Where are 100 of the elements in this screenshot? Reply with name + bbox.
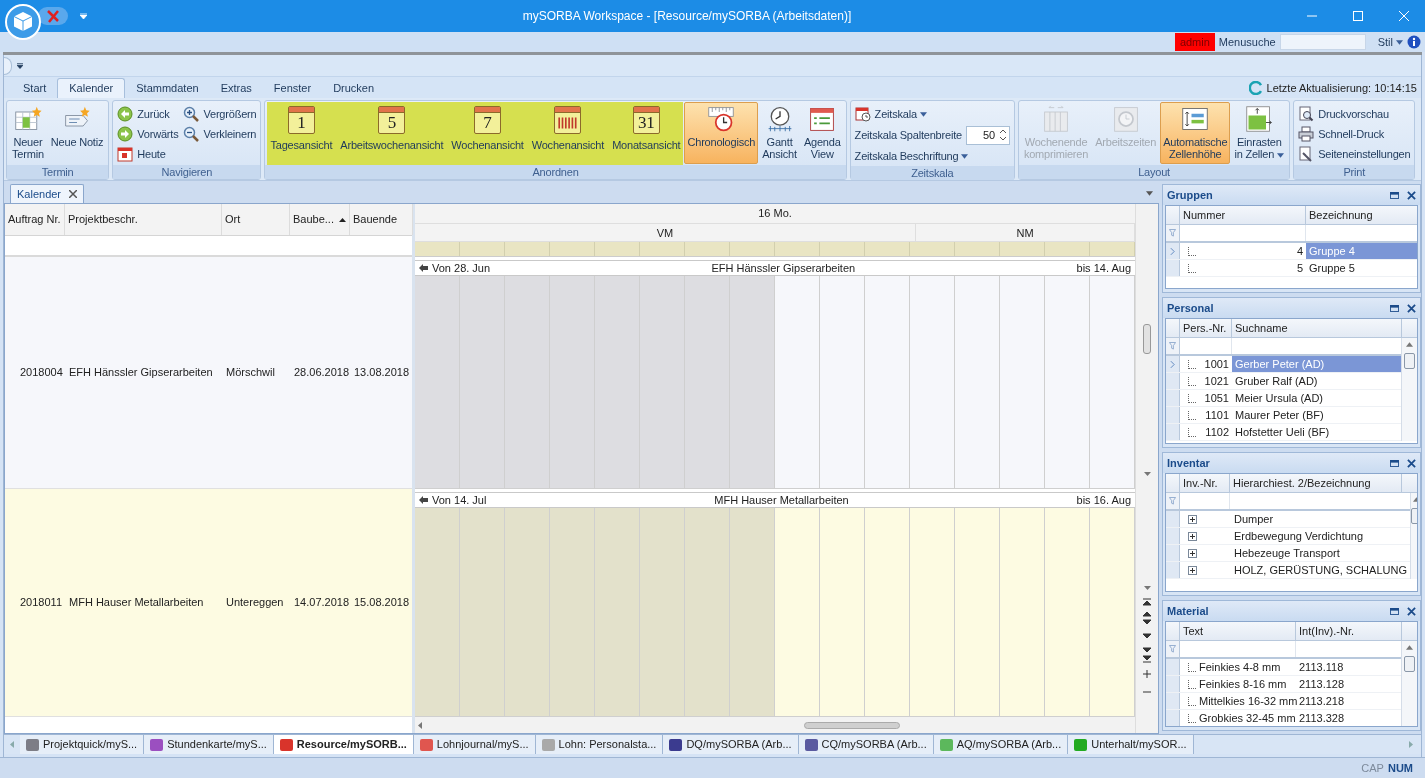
ribbon-button[interactable]: Verkleinern bbox=[181, 124, 259, 144]
row-indicator[interactable] bbox=[1166, 676, 1180, 692]
scroll-up-icon[interactable] bbox=[1406, 342, 1413, 347]
row-indicator[interactable] bbox=[1166, 356, 1180, 372]
ribbon-button[interactable]: Druckvorschau bbox=[1296, 104, 1413, 124]
menu-handle[interactable] bbox=[4, 56, 12, 75]
close-icon[interactable] bbox=[1407, 606, 1416, 616]
expand-icon[interactable] bbox=[1188, 548, 1197, 558]
close-icon[interactable] bbox=[1407, 190, 1416, 200]
scroll-thumb[interactable] bbox=[1404, 353, 1415, 369]
column-header[interactable]: Suchname bbox=[1232, 319, 1401, 337]
scroll-left-icon[interactable] bbox=[418, 721, 422, 729]
row-indicator[interactable] bbox=[1166, 693, 1180, 709]
table-cell[interactable]: HOLZ, GERÜSTUNG, SCHALUNG bbox=[1230, 562, 1410, 578]
document-tab[interactable]: Lohnjournal/myS... bbox=[413, 735, 536, 754]
search-field[interactable] bbox=[1279, 34, 1366, 50]
ribbon-button[interactable]: Automatische Zellenhöhe bbox=[1160, 102, 1231, 164]
column-header[interactable]: Int(Inv).-Nr. bbox=[1296, 622, 1401, 640]
ribbon-button[interactable]: Seiteneinstellungen bbox=[1296, 144, 1413, 164]
column-header[interactable]: Nummer bbox=[1180, 206, 1306, 224]
row-indicator[interactable] bbox=[1166, 373, 1180, 389]
close-icon[interactable] bbox=[1407, 458, 1416, 468]
document-tab[interactable]: DQ/mySORBA (Arb... bbox=[663, 735, 799, 754]
table-cell[interactable]: Gruber Ralf (AD) bbox=[1232, 373, 1401, 389]
column-header[interactable]: Bezeichnung bbox=[1306, 206, 1417, 224]
customize-icon[interactable] bbox=[17, 62, 23, 69]
table-cell[interactable]: Erdbewegung Verdichtung bbox=[1230, 528, 1410, 544]
ribbon-button[interactable]: Neue Notiz bbox=[47, 102, 107, 164]
ribbon-tab[interactable]: Kalender bbox=[57, 78, 126, 98]
restore-icon[interactable] bbox=[1390, 191, 1399, 199]
document-tab[interactable]: Stundenkarte/myS... bbox=[144, 735, 274, 754]
ribbon-button[interactable]: Heute bbox=[115, 144, 181, 164]
maximize-icon[interactable] bbox=[1353, 11, 1363, 21]
filter-icon[interactable] bbox=[1169, 342, 1176, 350]
scroll-up-icon[interactable] bbox=[1406, 645, 1413, 650]
table-cell[interactable]: Dumper bbox=[1230, 511, 1410, 527]
cross-icon[interactable] bbox=[38, 7, 68, 25]
ribbon-button[interactable]: 5 Arbeitswochenansicht bbox=[337, 103, 447, 165]
table-cell[interactable]: Hebezeuge Transport bbox=[1230, 545, 1410, 561]
refresh-icon[interactable] bbox=[1248, 81, 1263, 95]
row-indicator[interactable] bbox=[1166, 424, 1180, 440]
column-header[interactable]: Bauende bbox=[350, 204, 413, 235]
document-tab[interactable]: Kalender bbox=[10, 184, 85, 203]
row-indicator[interactable] bbox=[1166, 659, 1180, 675]
spin-field[interactable]: 50 bbox=[965, 125, 1010, 145]
ribbon-button[interactable]: Zeitskala bbox=[852, 104, 1012, 124]
scroll-left-icon[interactable] bbox=[10, 741, 14, 748]
row-indicator[interactable] bbox=[1166, 545, 1180, 561]
scroll-down-icon[interactable] bbox=[1143, 472, 1151, 476]
column-header[interactable]: Inv.-Nr. bbox=[1180, 474, 1230, 492]
document-tab[interactable]: Resource/mySORB... bbox=[273, 735, 414, 754]
restore-icon[interactable] bbox=[1390, 459, 1399, 467]
scrollbar[interactable] bbox=[1135, 204, 1158, 733]
table-cell[interactable]: Gruppe 5 bbox=[1306, 260, 1417, 276]
column-header[interactable]: Pers.-Nr. bbox=[1180, 319, 1232, 337]
column-header[interactable]: Baube... bbox=[290, 204, 350, 235]
scroll-down-icon[interactable] bbox=[1143, 586, 1151, 590]
ribbon-tab[interactable]: Drucken bbox=[322, 78, 386, 98]
ribbon-button[interactable]: 7 Wochenansicht bbox=[448, 103, 527, 165]
ribbon-button[interactable]: Schnell-Druck bbox=[1296, 124, 1413, 144]
row-indicator[interactable] bbox=[1166, 390, 1180, 406]
restore-icon[interactable] bbox=[1390, 607, 1399, 615]
expand-icon[interactable] bbox=[1188, 531, 1197, 541]
row-indicator[interactable] bbox=[1166, 562, 1180, 578]
ribbon-tab[interactable]: Start bbox=[12, 78, 58, 98]
scrollbar[interactable] bbox=[1401, 338, 1417, 441]
document-tab[interactable]: AQ/mySORBA (Arb... bbox=[933, 735, 1069, 754]
column-header[interactable]: Hierarchiest. 2/Bezeichnung bbox=[1230, 474, 1401, 492]
document-tab[interactable]: Projektquick/myS... bbox=[20, 735, 145, 754]
scroll-thumb[interactable] bbox=[804, 721, 900, 729]
ribbon-button[interactable]: Einrasten in Zellen bbox=[1231, 102, 1288, 164]
row-indicator[interactable] bbox=[1166, 710, 1180, 726]
ribbon-button[interactable]: 1 Tagesansicht bbox=[267, 103, 336, 165]
scroll-right-icon[interactable] bbox=[1409, 741, 1413, 748]
row-indicator[interactable] bbox=[1166, 528, 1180, 544]
ribbon-tab[interactable]: Extras bbox=[209, 78, 263, 98]
column-header[interactable]: Ort bbox=[222, 204, 290, 235]
expand-icon[interactable] bbox=[1188, 565, 1197, 575]
scrollbar[interactable] bbox=[1401, 641, 1417, 726]
close-icon[interactable] bbox=[69, 190, 78, 198]
table-row[interactable]: 2018004 EFH Hänssler Gipserarbeiten Mörschwil 28.06.2018 13.08.2018 bbox=[5, 257, 412, 489]
table-cell[interactable]: Hofstetter Ueli (BF) bbox=[1232, 424, 1401, 440]
filter-icon[interactable] bbox=[1169, 229, 1176, 237]
ribbon-button[interactable]: Wochenansicht bbox=[528, 103, 608, 165]
document-tab[interactable]: CQ/mySORBA (Arb... bbox=[798, 735, 934, 754]
document-tab[interactable]: Lohn: Personalsta... bbox=[535, 735, 664, 754]
info-icon[interactable] bbox=[1407, 35, 1421, 49]
ribbon-tab[interactable]: Stammdaten bbox=[125, 78, 210, 98]
table-cell[interactable]: 2113.128 bbox=[1296, 676, 1401, 692]
table-cell[interactable]: Maurer Peter (BF) bbox=[1232, 407, 1401, 423]
ribbon-button[interactable]: Agenda View bbox=[800, 102, 844, 164]
column-header[interactable]: Projektbeschr. bbox=[65, 204, 222, 235]
close-icon[interactable] bbox=[1407, 303, 1416, 313]
column-header[interactable]: Auftrag Nr. bbox=[5, 204, 65, 235]
scroll-thumb[interactable] bbox=[1404, 656, 1415, 672]
scroll-thumb[interactable] bbox=[1143, 324, 1151, 354]
style-menu[interactable]: Stil bbox=[1377, 33, 1403, 51]
row-indicator[interactable] bbox=[1166, 260, 1180, 276]
ribbon-button[interactable]: Zeitskala Beschriftung bbox=[852, 146, 1012, 166]
appointment-bar[interactable]: Von 14. Jul MFH Hauser Metallarbeiten bis 16. Aug bbox=[415, 492, 1135, 508]
